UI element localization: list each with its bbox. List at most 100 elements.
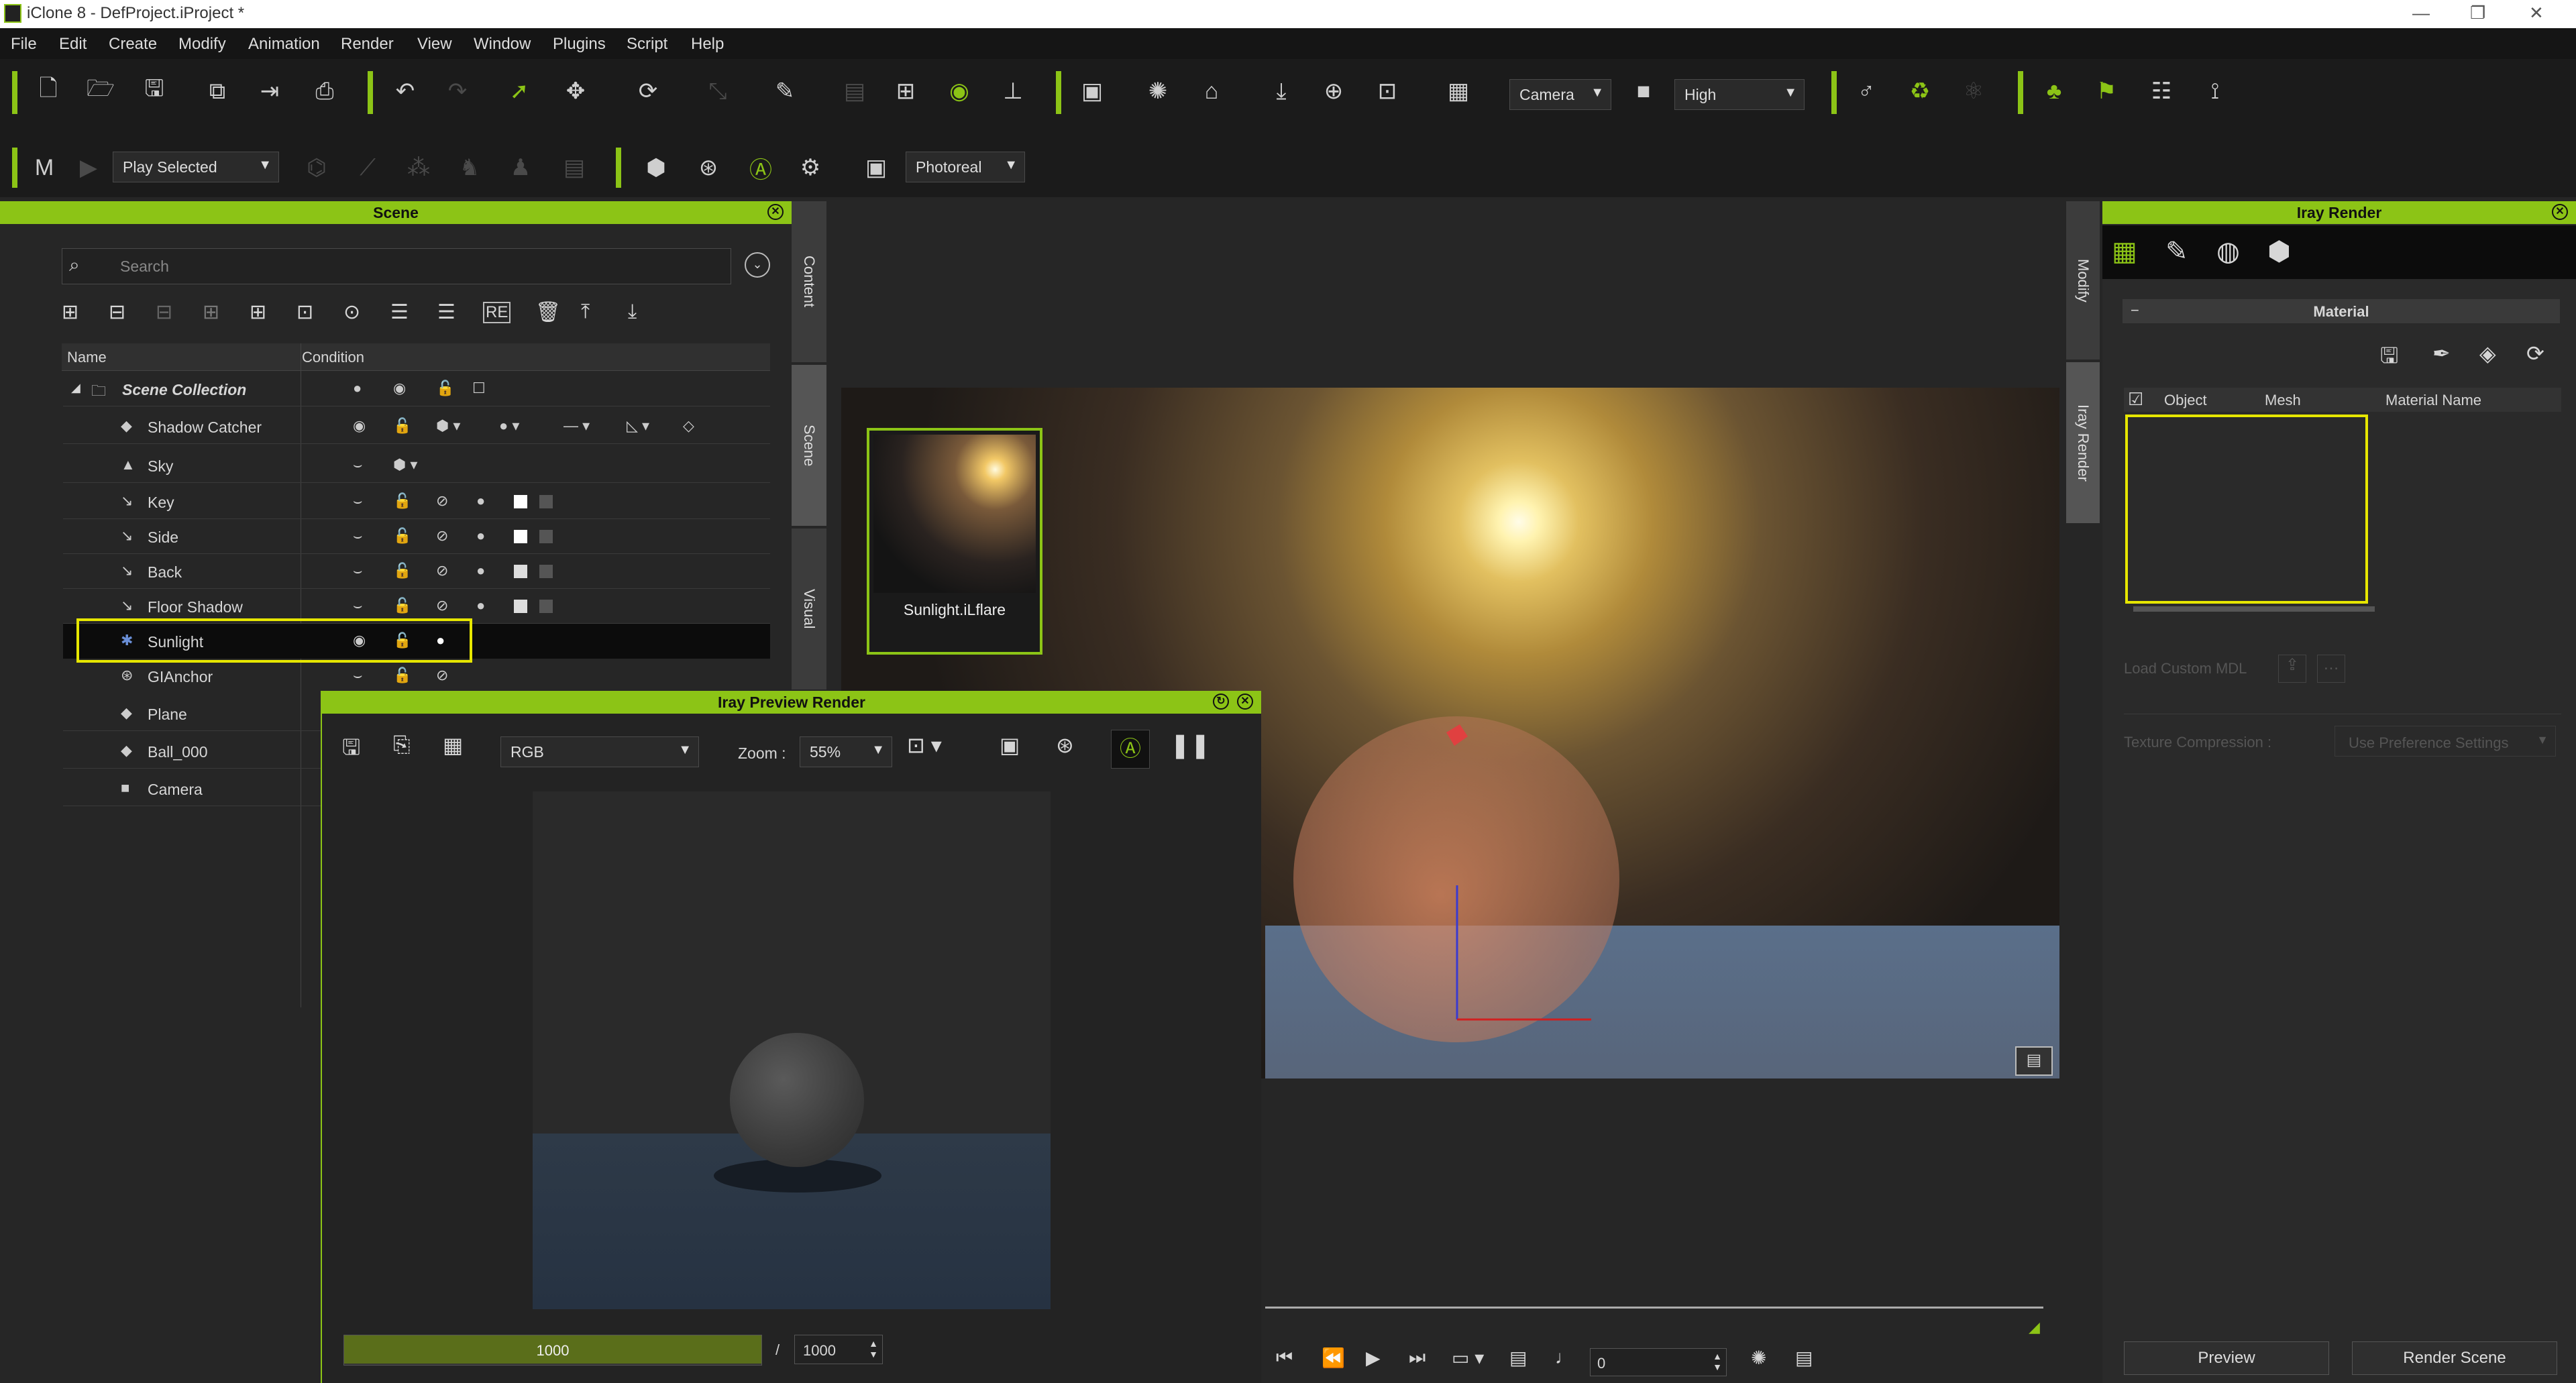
scale-icon[interactable]: ⤡ bbox=[700, 74, 735, 109]
visible-eye-icon[interactable]: ◉ bbox=[353, 417, 366, 435]
search-input[interactable]: Search bbox=[120, 258, 169, 276]
select-arrow-icon[interactable]: ➚ bbox=[502, 74, 537, 109]
character-tool-icon[interactable]: ♣ bbox=[2037, 74, 2072, 109]
move-up-icon[interactable]: ⤒ bbox=[581, 300, 590, 323]
hidden-eye-icon[interactable]: ⌣ bbox=[353, 527, 362, 545]
channel-select[interactable]: RGB ▼ bbox=[500, 736, 699, 767]
delete-icon[interactable]: 🗑 bbox=[535, 300, 561, 324]
list-item[interactable]: ◆ Shadow Catcher ◉ 🔓 ⬢ ▾ ● ▾ — ▾ ◺ ▾ ◇ bbox=[63, 409, 770, 444]
video-camera-icon[interactable]: ■ bbox=[1626, 74, 1661, 109]
md-tool-6-icon[interactable]: ▤ bbox=[557, 150, 592, 185]
save-icon[interactable]: 🖫 bbox=[137, 74, 172, 109]
cube-icon[interactable]: ⬢ ▾ bbox=[393, 456, 417, 474]
hidden-eye-icon[interactable]: ⌣ bbox=[353, 456, 362, 474]
drop-to-floor-icon[interactable]: ⤓ bbox=[1264, 74, 1299, 109]
tab-scene[interactable]: Scene bbox=[792, 365, 826, 526]
more-icon[interactable]: … bbox=[2317, 655, 2345, 683]
auto-render-icon[interactable]: Ⓐ bbox=[1111, 730, 1150, 769]
line-icon[interactable]: — ▾ bbox=[564, 417, 590, 435]
music-note-icon[interactable]: ♩ bbox=[1555, 1347, 1574, 1368]
light-tab-icon[interactable]: ✎ bbox=[2165, 236, 2188, 267]
close-window-icon[interactable]: ✕ bbox=[2529, 3, 2544, 23]
checkbox-icon[interactable]: ☐ bbox=[472, 380, 486, 397]
color-swatch[interactable] bbox=[514, 565, 527, 578]
transform-gizmo[interactable] bbox=[1265, 684, 1668, 1060]
physics-icon[interactable]: ⚛ bbox=[1956, 74, 1991, 109]
group-icon[interactable]: ⊟ bbox=[109, 300, 125, 324]
paint-bucket-icon[interactable]: ◈ bbox=[2479, 341, 2496, 366]
lock-icon[interactable]: 🔓 bbox=[393, 417, 411, 435]
move-icon[interactable]: ✥ bbox=[558, 74, 593, 109]
hidden-eye-icon[interactable]: ⌣ bbox=[353, 597, 362, 614]
shadow-icon[interactable]: ● bbox=[476, 597, 485, 614]
maximize-icon[interactable]: ❐ bbox=[2470, 3, 2485, 23]
zoom-select[interactable]: 55% ▼ bbox=[800, 736, 892, 767]
copy-image-icon[interactable]: ⎘ bbox=[393, 732, 411, 758]
zoom-fit-icon[interactable]: ⊡ ▾ bbox=[907, 732, 942, 758]
move-down-icon[interactable]: ⤓ bbox=[628, 300, 637, 323]
shadow-icon[interactable]: ● bbox=[476, 562, 485, 579]
pivot-icon[interactable]: ⊥ bbox=[996, 74, 1030, 109]
load-mdl-icon[interactable]: ⇪ bbox=[2278, 655, 2306, 683]
list-item[interactable]: ↘ Back ⌣ 🔓 ⊘ ● bbox=[63, 554, 770, 589]
disabled-icon[interactable]: ⊘ bbox=[436, 667, 448, 684]
menu-script[interactable]: Script bbox=[627, 35, 667, 54]
new-file-icon[interactable]: 🗋 bbox=[31, 74, 66, 109]
quality-select[interactable]: High ▼ bbox=[1674, 79, 1805, 110]
flag-icon[interactable]: ⚑ bbox=[2089, 74, 2124, 109]
tab-visual[interactable]: Visual bbox=[792, 529, 826, 689]
hidden-eye-icon[interactable]: ⌣ bbox=[353, 667, 362, 684]
iray-close-icon[interactable]: ✕ bbox=[2552, 204, 2568, 220]
save-image-icon[interactable]: 🖫 bbox=[342, 732, 360, 769]
scene-search-box[interactable]: ⌕ Search bbox=[62, 248, 731, 284]
color-swatch[interactable] bbox=[539, 495, 553, 508]
tab-iray-render[interactable]: Iray Render bbox=[2066, 362, 2100, 523]
light-sun-icon[interactable]: ✺ bbox=[1140, 74, 1175, 109]
menu-file[interactable]: File bbox=[11, 35, 37, 54]
color-swatch[interactable] bbox=[539, 600, 553, 613]
menu-edit[interactable]: Edit bbox=[59, 35, 87, 54]
camera-select[interactable]: Camera ▼ bbox=[1509, 79, 1611, 110]
usd-export-icon[interactable]: ⎙ bbox=[307, 74, 342, 109]
rotate-icon[interactable]: ⟳ bbox=[631, 74, 665, 109]
list-item[interactable]: ▲ Sky ⌣ ⬢ ▾ bbox=[63, 448, 770, 483]
refresh-tool-icon[interactable]: ♻ bbox=[1902, 74, 1937, 109]
align-icon[interactable]: ▤ bbox=[837, 74, 872, 109]
list-item[interactable]: ◆ Ball_000 bbox=[63, 734, 321, 769]
dot-icon[interactable]: ● bbox=[353, 380, 362, 397]
menu-modify[interactable]: Modify bbox=[178, 35, 226, 54]
hidden-eye-icon[interactable]: ⌣ bbox=[353, 562, 362, 579]
column-material-header[interactable]: Material Name bbox=[2385, 392, 2481, 409]
menu-create[interactable]: Create bbox=[109, 35, 157, 54]
frame-selected-icon[interactable]: ⊕ bbox=[1316, 74, 1351, 109]
menu-plugins[interactable]: Plugins bbox=[553, 35, 606, 54]
save-material-icon[interactable]: 🖫 bbox=[2380, 341, 2398, 377]
snap-icon[interactable]: ✎ bbox=[767, 74, 802, 109]
list-item[interactable]: ■ Camera bbox=[63, 771, 321, 806]
texture-compression-select[interactable]: Use Preference Settings ▼ bbox=[2334, 726, 2556, 757]
path-tool-icon[interactable]: ⟟ bbox=[2198, 74, 2233, 109]
menu-view[interactable]: View bbox=[417, 35, 452, 54]
home-icon[interactable]: ⌂ bbox=[1194, 74, 1229, 109]
md-tool-1-icon[interactable]: ⌬ bbox=[299, 150, 334, 185]
md-tool-3-icon[interactable]: ⁂ bbox=[401, 150, 436, 185]
shape-icon[interactable]: ◺ ▾ bbox=[627, 417, 649, 435]
play-circle-icon[interactable]: ▶ bbox=[71, 150, 106, 185]
tab-content[interactable]: Content bbox=[792, 201, 826, 362]
list-a-icon[interactable]: ☰ bbox=[390, 300, 409, 324]
list-item[interactable]: ↘ Side ⌣ 🔓 ⊘ ● bbox=[63, 519, 770, 554]
refresh-material-icon[interactable]: ⟳ bbox=[2526, 341, 2544, 366]
column-name-header[interactable]: Name bbox=[67, 349, 107, 366]
list-item[interactable]: ⊛ GIAnchor ⌣ 🔓 ⊘ bbox=[63, 659, 770, 694]
grid-b-icon[interactable]: ⊞ bbox=[250, 300, 266, 324]
grid-a-icon[interactable]: ⊞ bbox=[203, 300, 219, 324]
color-swatch[interactable] bbox=[539, 565, 553, 578]
md-tool-2-icon[interactable]: ⟋ bbox=[350, 150, 385, 185]
list-item[interactable]: ◢ 🗀 Scene Collection ● ◉ 🔓 ☐ bbox=[63, 372, 770, 406]
horizontal-scrollbar[interactable] bbox=[2133, 606, 2375, 612]
column-condition-header[interactable]: Condition bbox=[302, 349, 364, 366]
ik-tool-icon[interactable]: ♂ bbox=[1849, 74, 1884, 109]
import-icon[interactable]: ⇥ bbox=[252, 74, 287, 109]
shadow-icon[interactable]: ● bbox=[476, 492, 485, 510]
frame-spinbox[interactable]: 0 ▲ ▼ bbox=[1590, 1348, 1727, 1376]
